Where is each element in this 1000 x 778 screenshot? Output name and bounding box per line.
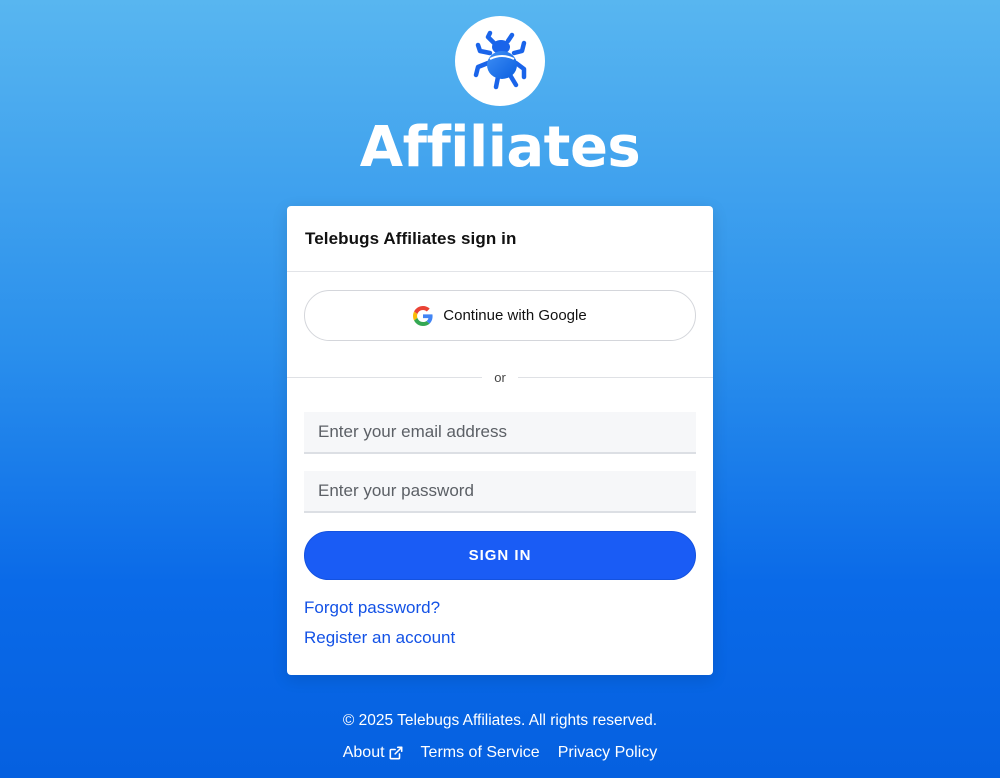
- copyright-text: © 2025 Telebugs Affiliates. All rights r…: [342, 712, 658, 729]
- signin-title: Telebugs Affiliates sign in: [305, 228, 517, 248]
- google-signin-button[interactable]: Continue with Google: [304, 290, 696, 341]
- card-header: Telebugs Affiliates sign in: [287, 206, 713, 272]
- password-field[interactable]: [304, 471, 696, 513]
- register-link[interactable]: Register an account: [304, 628, 455, 648]
- forgot-password-link[interactable]: Forgot password?: [304, 598, 440, 618]
- logo: [455, 16, 545, 106]
- divider-line: [517, 376, 713, 378]
- signin-card: Telebugs Affiliates sign in Continue wit…: [287, 206, 713, 675]
- sign-in-button[interactable]: SIGN IN: [304, 531, 696, 580]
- google-icon: [413, 305, 433, 326]
- bug-icon: [473, 30, 527, 90]
- footer-links: About Terms of Service Privacy Policy: [0, 744, 1000, 762]
- or-divider: or: [287, 369, 713, 385]
- footer-link-about[interactable]: About: [343, 744, 403, 762]
- google-button-label: Continue with Google: [443, 307, 587, 324]
- external-link-icon: [389, 746, 403, 760]
- email-field[interactable]: [304, 412, 696, 454]
- footer-link-privacy[interactable]: Privacy Policy: [558, 744, 658, 762]
- footer-link-terms[interactable]: Terms of Service: [421, 744, 540, 762]
- divider-line: [287, 376, 483, 378]
- footer-link-label: About: [342, 744, 385, 761]
- divider-text: or: [494, 369, 506, 385]
- brand-title: Affiliates: [359, 115, 641, 180]
